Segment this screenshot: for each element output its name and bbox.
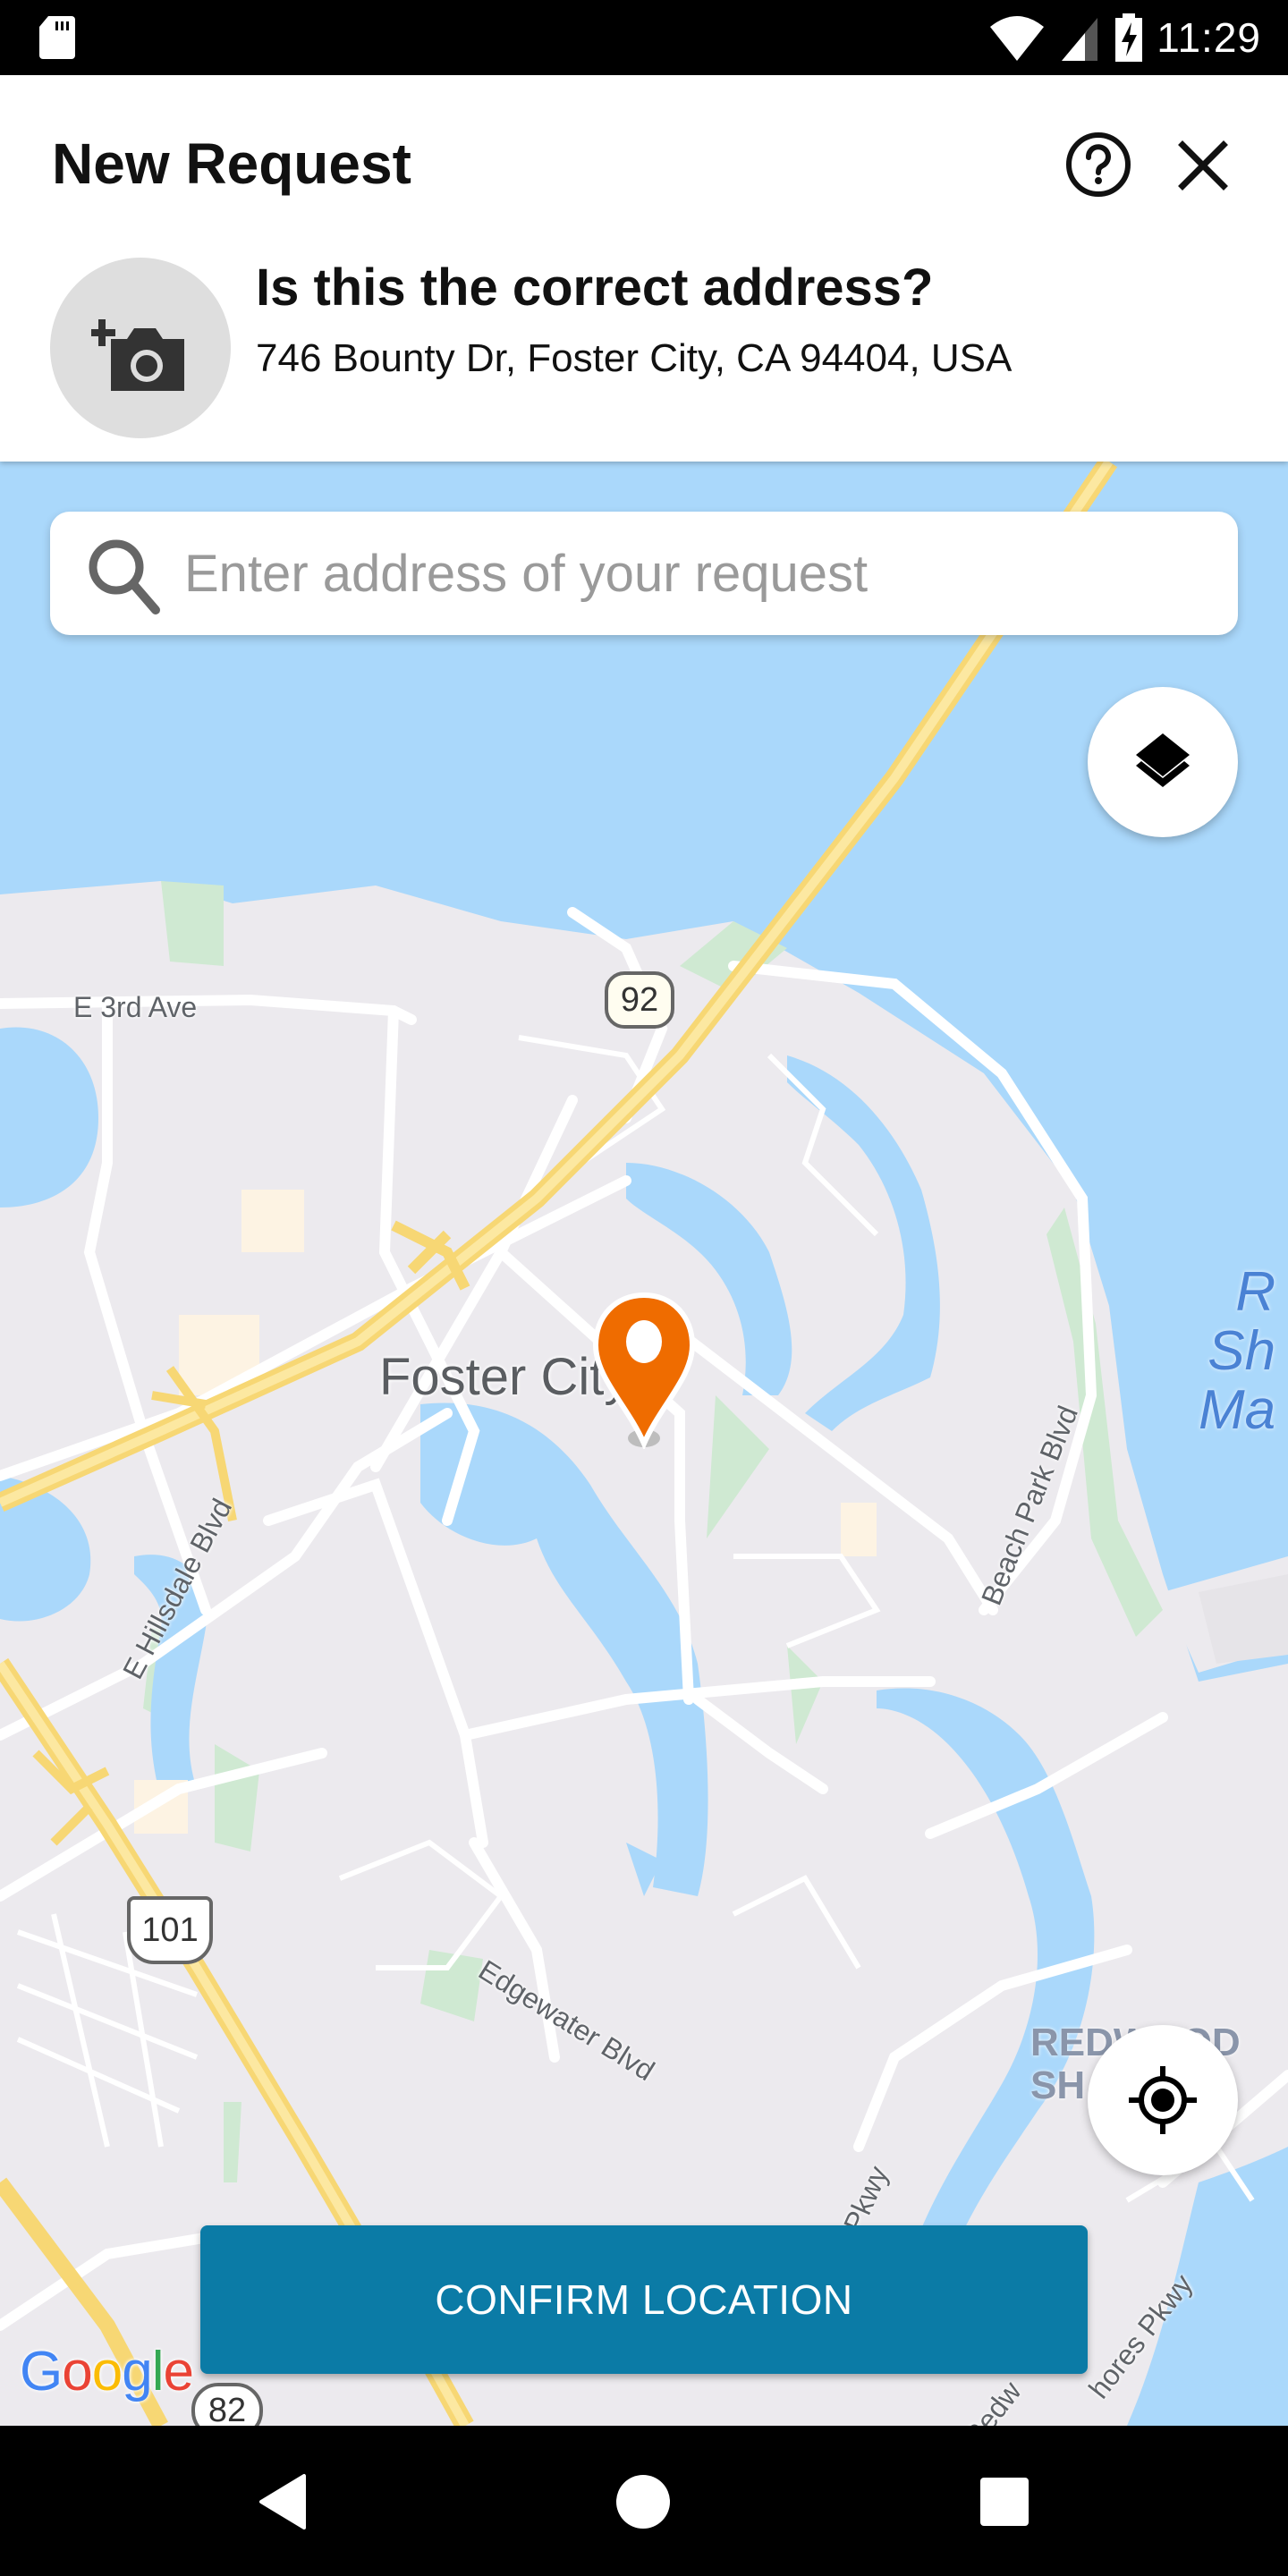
- system-nav-bar: [0, 2426, 1288, 2576]
- close-icon[interactable]: [1172, 134, 1234, 197]
- home-icon[interactable]: [612, 2470, 674, 2533]
- add-photo-button[interactable]: [50, 258, 231, 438]
- water-label-line: R: [1235, 1261, 1276, 1323]
- add-photo-icon: [91, 319, 184, 391]
- shield-number: 82: [208, 2391, 247, 2427]
- my-location-button[interactable]: [1088, 2025, 1238, 2175]
- water-label-line: Sh: [1208, 1320, 1276, 1382]
- status-bar: 11:29: [0, 0, 1288, 75]
- google-attribution: Google: [20, 2341, 194, 2402]
- water-label: R Sh Ma: [1199, 1263, 1275, 1440]
- shield-number: 101: [141, 1911, 199, 1949]
- highway-shield-92: 92: [605, 971, 674, 1029]
- cell-signal-icon: [1062, 18, 1098, 61]
- street-label-e-3rd-ave: E 3rd Ave: [73, 991, 198, 1023]
- address-question: Is this the correct address?: [256, 258, 934, 317]
- address-search-input[interactable]: [184, 530, 1213, 617]
- recents-icon[interactable]: [973, 2470, 1036, 2533]
- confirm-location-button[interactable]: CONFIRM LOCATION: [200, 2225, 1088, 2374]
- request-header: New Request Is this the correct address?…: [0, 75, 1288, 462]
- highway-shield-101: 101: [127, 1896, 213, 1964]
- water-label-line: Ma: [1199, 1379, 1276, 1441]
- highway-shield-82: 82: [191, 2383, 263, 2426]
- location-pin-icon[interactable]: [592, 1292, 696, 1449]
- layers-icon: [1136, 733, 1190, 787]
- wifi-icon: [990, 16, 1045, 61]
- map-layers-button[interactable]: [1088, 687, 1238, 837]
- clock: 11:29: [1157, 14, 1261, 61]
- back-icon[interactable]: [252, 2470, 315, 2533]
- address-search-bar[interactable]: [50, 512, 1238, 635]
- detected-address: 746 Bounty Dr, Foster City, CA 94404, US…: [256, 336, 1013, 380]
- shield-number: 92: [620, 980, 659, 1019]
- sd-card-icon: [39, 16, 75, 59]
- battery-charging-icon: [1115, 13, 1143, 62]
- my-location-icon: [1129, 2066, 1197, 2134]
- page-title: New Request: [52, 131, 411, 196]
- help-circle-icon[interactable]: [1064, 131, 1132, 199]
- search-icon: [89, 539, 160, 614]
